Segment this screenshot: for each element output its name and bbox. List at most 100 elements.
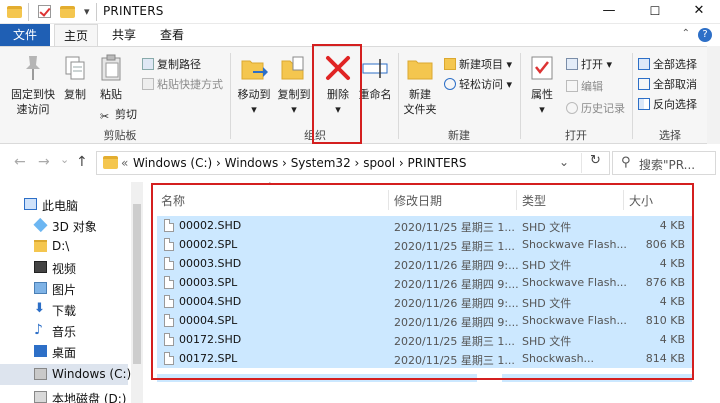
column-header-date[interactable]: 修改日期: [394, 192, 442, 209]
breadcrumb-separator-icon[interactable]: ›: [282, 156, 287, 170]
select-none-button[interactable]: 全部取消: [638, 76, 697, 92]
breadcrumb-separator-icon[interactable]: ›: [355, 156, 360, 170]
nav-item-local-disk-d[interactable]: 本地磁盘 (D:): [0, 387, 128, 403]
breadcrumb-segment[interactable]: Windows: [225, 156, 279, 170]
column-header-name[interactable]: 名称: [161, 192, 185, 209]
nav-item-this-pc[interactable]: 此电脑: [0, 194, 128, 215]
quick-access-dropdown-icon[interactable]: ▾: [84, 5, 90, 18]
divider: [632, 53, 633, 139]
help-icon[interactable]: ?: [698, 28, 712, 42]
minimize-button[interactable]: —: [586, 0, 632, 24]
picture-icon: [34, 282, 47, 294]
rename-button[interactable]: 重命名: [356, 53, 394, 102]
divider: [520, 53, 521, 139]
close-button[interactable]: ✕: [676, 0, 720, 24]
nav-label: D:\: [52, 239, 70, 253]
history-button[interactable]: 历史记录: [566, 100, 625, 116]
easy-access-button[interactable]: 轻松访问 ▾: [444, 76, 512, 92]
forward-button[interactable]: →: [38, 154, 50, 170]
table-row[interactable]: 00002.SHD 2020/11/25 星期三 1... SHD 文件 4 K…: [157, 216, 693, 235]
back-button[interactable]: ←: [14, 154, 26, 170]
rename-label: 重命名: [358, 88, 392, 101]
breadcrumb-segment[interactable]: System32: [291, 156, 351, 170]
paste-button[interactable]: 粘贴: [94, 53, 128, 102]
refresh-button[interactable]: ↻: [581, 153, 609, 173]
tab-share[interactable]: 共享: [102, 24, 146, 46]
nav-item-desktop[interactable]: 桌面: [0, 341, 128, 362]
breadcrumb-separator-icon[interactable]: ›: [216, 156, 221, 170]
address-bar[interactable]: « Windows (C:) › Windows › System32 › sp…: [96, 151, 610, 175]
breadcrumb-segment[interactable]: PRINTERS: [408, 156, 467, 170]
table-row[interactable]: 00002.SPL 2020/11/25 星期三 1... Shockwave …: [157, 235, 693, 254]
file-size: 4 KB: [659, 295, 685, 308]
edit-button[interactable]: 编辑: [566, 78, 603, 94]
open-button[interactable]: 打开 ▾: [566, 56, 612, 72]
search-icon: ⚲: [621, 155, 631, 170]
maximize-button[interactable]: ☐: [632, 0, 678, 24]
column-header-size[interactable]: 大小: [629, 192, 653, 209]
column-header-type[interactable]: 类型: [522, 192, 546, 209]
download-icon: ⬇: [34, 301, 45, 316]
invert-selection-button[interactable]: 反向选择: [638, 96, 697, 112]
easy-access-label: 轻松访问: [459, 78, 503, 91]
scrollbar-thumb[interactable]: [133, 204, 141, 364]
copy-path-button[interactable]: 复制路径: [142, 56, 201, 72]
nav-pane-scrollbar[interactable]: [131, 182, 143, 403]
nav-item-downloads[interactable]: ⬇ 下载: [0, 299, 128, 320]
new-folder-button[interactable]: 新建 文件夹: [400, 53, 440, 117]
nav-item-pictures[interactable]: 图片: [0, 278, 128, 299]
tab-file[interactable]: 文件: [0, 24, 50, 46]
nav-item-d-drive-shortcut[interactable]: D:\: [0, 236, 128, 257]
search-input[interactable]: ⚲ 搜索"PR...: [612, 151, 716, 175]
delete-button[interactable]: 删除 ▾: [318, 53, 358, 117]
file-icon: [164, 352, 174, 365]
table-row[interactable]: 00003.SHD 2020/11/26 星期四 9:... SHD 文件 4 …: [157, 254, 693, 273]
new-item-label: 新建项目: [459, 58, 503, 71]
paste-shortcut-icon: [142, 78, 154, 90]
address-dropdown-icon[interactable]: ⌄: [559, 155, 569, 169]
up-button[interactable]: ↑: [76, 154, 88, 170]
pin-quick-access-button[interactable]: 固定到快 速访问: [6, 53, 60, 117]
copy-to-button[interactable]: 复制到 ▾: [274, 53, 314, 117]
overflow-chevrons-icon[interactable]: «: [121, 156, 128, 170]
breadcrumb-segment[interactable]: spool: [363, 156, 395, 170]
file-type: Shockwave Flash...: [522, 276, 627, 289]
divider: [398, 53, 399, 139]
delete-label: 删除: [327, 88, 349, 101]
nav-item-3d-objects[interactable]: 3D 对象: [0, 215, 128, 236]
new-folder-icon[interactable]: [60, 6, 75, 18]
open-label: 打开: [581, 58, 603, 71]
move-to-button[interactable]: 移动到 ▾: [234, 53, 274, 117]
new-item-button[interactable]: 新建项目 ▾: [444, 56, 512, 72]
divider: [230, 53, 231, 139]
collapse-ribbon-icon[interactable]: ⌃: [682, 28, 690, 39]
select-all-button[interactable]: 全部选择: [638, 56, 697, 72]
ribbon: 固定到快 速访问 复制 粘贴 复制路径 粘贴快捷方式 ✂ 剪切 剪贴板 移动到 ▾: [0, 46, 720, 144]
file-size: 4 KB: [659, 257, 685, 270]
new-group-label: 新建: [448, 129, 470, 142]
table-row[interactable]: 00172.SPL 2020/11/25 星期三 1... Shockwash.…: [157, 349, 693, 368]
paste-shortcut-button[interactable]: 粘贴快捷方式: [142, 76, 223, 92]
cut-button[interactable]: ✂ 剪切: [100, 106, 137, 123]
nav-item-videos[interactable]: 视频: [0, 257, 128, 278]
nav-label: 下载: [52, 304, 77, 318]
properties-button[interactable]: 属性 ▾: [524, 53, 560, 117]
breadcrumb-separator-icon[interactable]: ›: [399, 156, 404, 170]
copy-button[interactable]: 复制: [60, 53, 90, 102]
tab-view[interactable]: 查看: [150, 24, 194, 46]
sort-ascending-icon: ^: [266, 182, 274, 192]
file-name: 00002.SHD: [179, 219, 242, 232]
copy-to-icon: [281, 56, 304, 80]
table-row[interactable]: 00004.SPL 2020/11/26 星期四 9:... Shockwave…: [157, 311, 693, 330]
table-row[interactable]: 00003.SPL 2020/11/26 星期四 9:... Shockwave…: [157, 273, 693, 292]
properties-check-icon[interactable]: [38, 5, 51, 18]
tab-home[interactable]: 主页: [54, 24, 98, 47]
copy-label: 复制: [64, 88, 86, 101]
table-row[interactable]: 00004.SHD 2020/11/26 星期四 9:... SHD 文件 4 …: [157, 292, 693, 311]
pin-icon: [26, 56, 40, 80]
table-row[interactable]: 00172.SHD 2020/11/25 星期三 1... SHD 文件 4 K…: [157, 330, 693, 349]
nav-item-music[interactable]: ♪ 音乐: [0, 320, 128, 341]
nav-item-windows-c[interactable]: Windows (C:): [0, 364, 131, 385]
breadcrumb-segment[interactable]: Windows (C:): [133, 156, 212, 170]
recent-locations-button[interactable]: ⌄: [60, 153, 69, 166]
